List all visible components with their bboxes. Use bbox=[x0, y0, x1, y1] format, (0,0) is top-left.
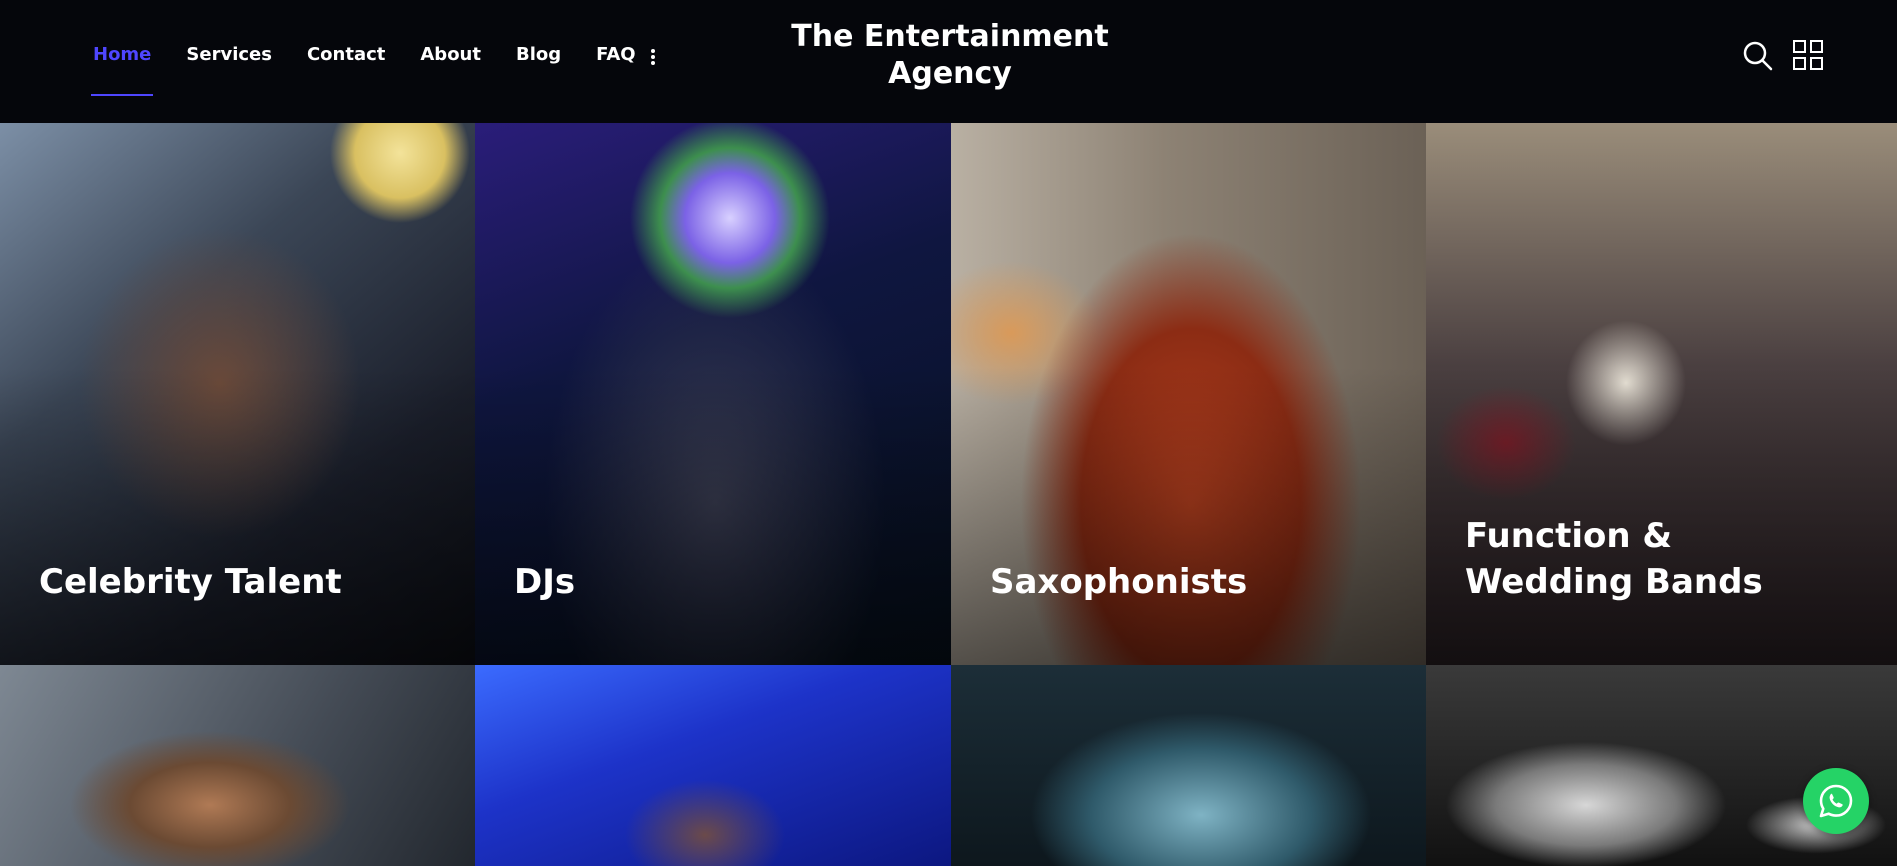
service-tile-label: Celebrity Talent bbox=[39, 562, 342, 602]
search-icon[interactable] bbox=[1742, 40, 1774, 76]
service-tile-function-wedding-bands[interactable]: Function & Wedding Bands bbox=[1426, 123, 1897, 665]
nav-item-home[interactable]: Home bbox=[90, 44, 154, 96]
services-grid: Celebrity Talent DJs Saxophonists Functi… bbox=[0, 123, 1897, 866]
whatsapp-icon bbox=[1819, 784, 1853, 818]
service-tile-label: Function & Wedding Bands bbox=[1465, 516, 1763, 602]
nav-item-contact[interactable]: Contact bbox=[307, 44, 385, 65]
whatsapp-button[interactable] bbox=[1803, 768, 1869, 834]
service-tile-drummer[interactable] bbox=[1426, 665, 1897, 866]
nav-item-blog[interactable]: Blog bbox=[516, 44, 561, 65]
site-title[interactable]: The Entertainment Agency bbox=[790, 18, 1110, 92]
nav-item-about[interactable]: About bbox=[420, 44, 481, 65]
grid-menu-icon[interactable] bbox=[1793, 40, 1823, 74]
service-tile-saxophonists[interactable]: Saxophonists bbox=[951, 123, 1426, 665]
main-nav: Home Services Contact About Blog FAQ bbox=[90, 44, 671, 96]
site-header: Home Services Contact About Blog FAQ The… bbox=[0, 0, 1897, 123]
service-tile-violinist[interactable] bbox=[475, 665, 951, 866]
service-tile-djs[interactable]: DJs bbox=[475, 123, 951, 665]
nav-item-services[interactable]: Services bbox=[186, 44, 272, 65]
service-tile-label: Saxophonists bbox=[990, 562, 1248, 602]
service-tile-celebrity-talent[interactable]: Celebrity Talent bbox=[0, 123, 475, 665]
service-tile-dancer[interactable] bbox=[951, 665, 1426, 866]
vertical-dots-icon[interactable] bbox=[647, 47, 659, 69]
service-tile-label: DJs bbox=[514, 562, 576, 602]
nav-item-faq[interactable]: FAQ bbox=[596, 44, 635, 65]
service-tile-singer[interactable] bbox=[0, 665, 475, 866]
